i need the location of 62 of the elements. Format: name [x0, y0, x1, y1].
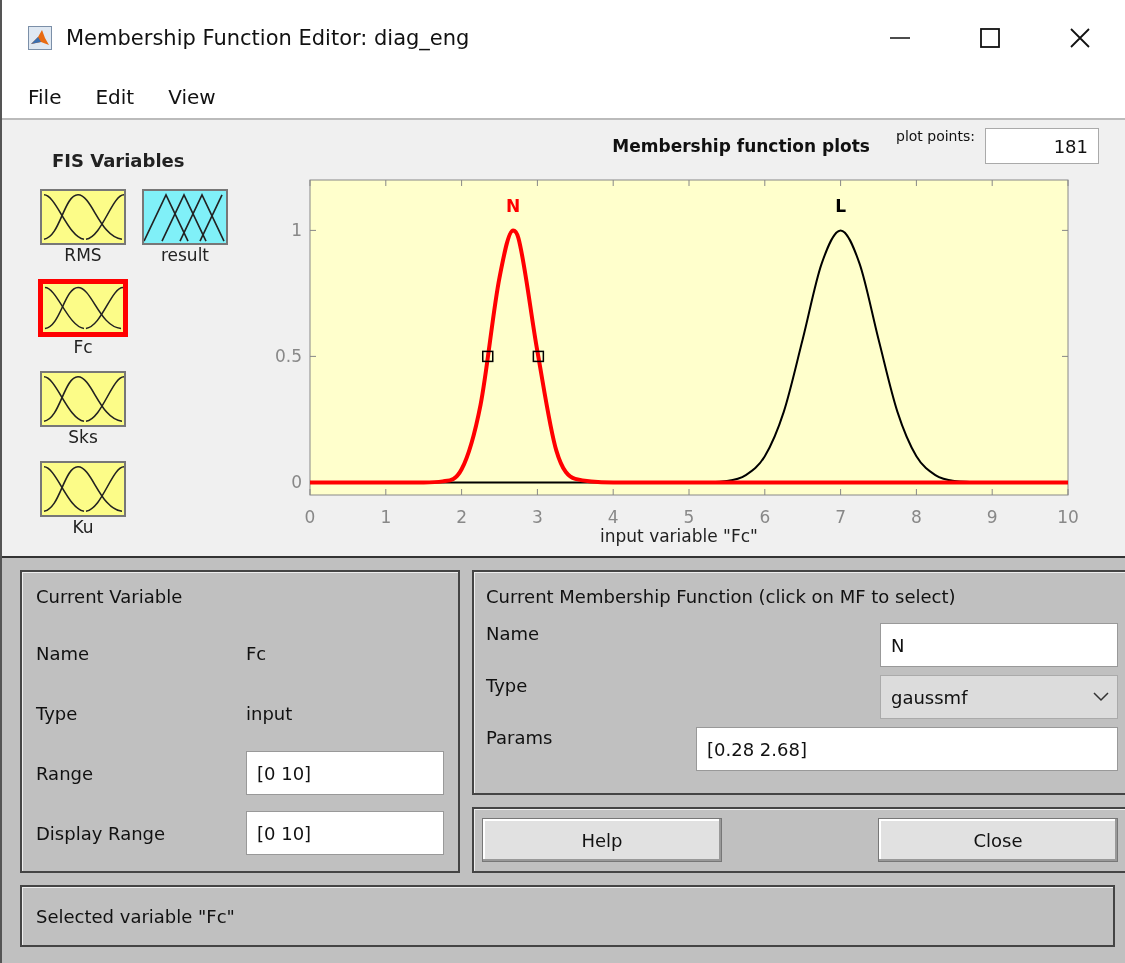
panel-title: FIS Variables [52, 150, 186, 171]
x-axis-label: input variable "Fc" [600, 526, 758, 546]
chevron-down-icon [1093, 692, 1109, 702]
curve-label: N [506, 196, 521, 217]
field-label: Range [36, 762, 95, 784]
x-tick-label: 5 [683, 507, 695, 527]
bell-curve-membership-icon[interactable] [40, 189, 126, 245]
x-tick-label: 8 [911, 507, 922, 527]
dialog-button[interactable]: Help [482, 818, 722, 862]
chart-title: Membership function plots [612, 136, 870, 156]
x-tick-label: 1 [380, 507, 392, 527]
x-tick-label: 10 [1057, 507, 1079, 527]
x-tick-label: 3 [532, 507, 543, 527]
dialog-button[interactable]: Close [878, 818, 1118, 862]
membership-curve[interactable] [310, 228, 1068, 485]
field-value: input [246, 702, 293, 724]
type-dropdown[interactable]: gaussmf [880, 675, 1118, 719]
maximize-icon [979, 27, 1001, 49]
x-tick-label: 4 [607, 507, 619, 527]
minimize-icon [890, 37, 910, 39]
menu-item[interactable]: File [16, 81, 74, 113]
menu-item[interactable]: View [156, 81, 228, 113]
plot-points-label: plot points: [896, 128, 975, 144]
panel-title: Current Variable [36, 586, 184, 607]
variable-label: RMS [64, 245, 102, 267]
variable-label: Sks [68, 427, 98, 449]
x-tick-label: 2 [456, 507, 467, 527]
input-field[interactable]: [0 10] [246, 751, 444, 795]
variable-label: Ku [72, 517, 94, 539]
plot-points-field[interactable]: 181 [985, 128, 1099, 164]
x-tick-label: 6 [759, 507, 771, 527]
curve-handle[interactable] [482, 350, 494, 363]
input-field[interactable]: N [880, 623, 1118, 667]
field-value: Fc [246, 642, 267, 664]
curve-label: L [835, 196, 846, 217]
field-label: Display Range [36, 822, 167, 844]
status-text: Selected variable "Fc" [36, 905, 235, 927]
field-label: Params [486, 727, 554, 748]
y-tick-label: 0 [291, 472, 302, 493]
bell-curve-membership-icon[interactable] [40, 371, 126, 427]
x-tick-label: 7 [835, 507, 846, 527]
window-title: Membership Function Editor: diag_eng [66, 26, 471, 50]
field-label: Type [36, 702, 79, 724]
panel-title: Current Membership Function (click on MF to select) [486, 586, 957, 607]
x-tick-label: 0 [304, 507, 316, 527]
bell-curve-membership-icon[interactable] [38, 279, 128, 337]
x-tick-label: 9 [986, 507, 998, 527]
field-label: Name [486, 623, 541, 644]
bell-curve-membership-icon[interactable] [40, 461, 126, 517]
app-icon [28, 26, 52, 50]
triangle-membership-icon[interactable] [142, 189, 228, 245]
curve-handle[interactable] [532, 350, 545, 363]
input-field[interactable]: [0.28 2.68] [696, 727, 1118, 771]
menu-item[interactable]: Edit [83, 81, 147, 113]
variable-label: Fc [73, 337, 93, 359]
variable-label: result [160, 245, 210, 267]
y-tick-label: 0.5 [274, 346, 302, 367]
close-icon [1069, 27, 1091, 49]
y-tick-label: 1 [291, 220, 302, 241]
field-label: Name [36, 642, 91, 664]
input-field[interactable]: [0 10] [246, 811, 444, 855]
field-label: Type [486, 675, 529, 696]
